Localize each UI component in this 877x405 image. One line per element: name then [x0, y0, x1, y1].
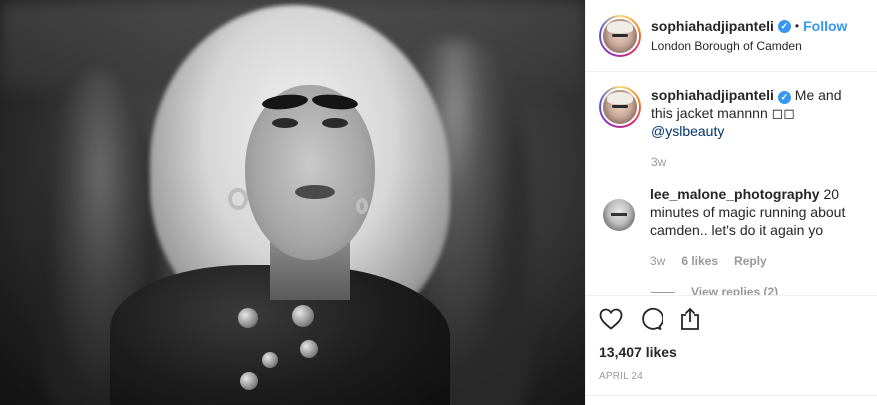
caption-text: sophiahadjipanteli ✓ Me and this jacket m… — [651, 86, 867, 140]
follow-button[interactable]: Follow — [803, 18, 847, 34]
jacket-pin — [292, 305, 314, 327]
subject-lips — [295, 185, 335, 199]
share-icon — [681, 307, 699, 330]
jacket-pin — [240, 372, 258, 390]
post-actions: 13,407 likes April 24 — [586, 295, 877, 405]
jacket-pin — [262, 352, 278, 368]
comment-meta: 3w 6 likes Reply — [650, 252, 867, 270]
jacket-pin — [300, 340, 318, 358]
replies-divider — [651, 291, 675, 293]
subject-face — [245, 85, 375, 260]
header-line: sophiahadjipanteli ✓ • Follow — [651, 18, 847, 34]
caption-avatar-ring[interactable] — [599, 86, 641, 128]
comment-body: lee_malone_photography 20 minutes of mag… — [650, 185, 867, 270]
caption-body: sophiahadjipanteli ✓ Me and this jacket m… — [651, 86, 867, 171]
comment-timestamp[interactable]: 3w — [650, 252, 665, 270]
likes-count[interactable]: 13,407 likes — [599, 344, 877, 360]
avatar[interactable] — [601, 16, 639, 55]
jacket-pin — [238, 308, 258, 328]
divider — [586, 395, 877, 396]
verified-badge-icon: ✓ — [777, 91, 791, 104]
caption-username[interactable]: sophiahadjipanteli — [651, 87, 774, 103]
location-link[interactable]: London Borough of Camden — [651, 39, 847, 53]
view-replies-label: View replies (2) — [691, 285, 779, 295]
like-button[interactable] — [599, 299, 639, 339]
comment-username[interactable]: lee_malone_photography — [650, 186, 820, 202]
comments-section: sophiahadjipanteli ✓ Me and this jacket m… — [586, 72, 877, 295]
caption-meta: 3w — [651, 153, 867, 171]
subject-eye-left — [272, 118, 298, 128]
post-header: sophiahadjipanteli ✓ • Follow London Bor… — [586, 0, 877, 72]
comment-likes[interactable]: 6 likes — [681, 252, 718, 270]
caption-comment: sophiahadjipanteli ✓ Me and this jacket m… — [599, 86, 867, 171]
subject-eye-right — [322, 118, 348, 128]
action-icons — [599, 296, 877, 342]
separator-dot: • — [794, 19, 800, 33]
mention-link[interactable]: @yslbeauty — [651, 123, 724, 139]
earring-right — [356, 198, 368, 214]
comment-button[interactable] — [639, 299, 679, 339]
author-username[interactable]: sophiahadjipanteli — [651, 18, 774, 34]
verified-badge-icon: ✓ — [777, 19, 791, 33]
comment-icon — [642, 307, 663, 330]
post-sidebar: sophiahadjipanteli ✓ • Follow London Bor… — [585, 0, 877, 405]
view-replies-button[interactable]: View replies (2) — [651, 285, 867, 295]
share-button[interactable] — [679, 299, 719, 339]
author-avatar-ring[interactable] — [599, 14, 641, 57]
heart-icon — [599, 308, 623, 330]
instagram-post: sophiahadjipanteli ✓ • Follow London Bor… — [0, 0, 877, 405]
reply-button[interactable]: Reply — [734, 252, 767, 270]
commenter-avatar[interactable] — [603, 199, 635, 231]
list-item: lee_malone_photography 20 minutes of mag… — [599, 185, 867, 270]
earring-left — [228, 188, 248, 210]
header-text: sophiahadjipanteli ✓ • Follow London Bor… — [651, 18, 847, 53]
comment-text: lee_malone_photography 20 minutes of mag… — [650, 185, 867, 239]
post-date[interactable]: April 24 — [599, 371, 877, 382]
avatar[interactable] — [601, 88, 639, 126]
post-photo[interactable] — [0, 0, 585, 405]
caption-timestamp[interactable]: 3w — [651, 153, 666, 171]
